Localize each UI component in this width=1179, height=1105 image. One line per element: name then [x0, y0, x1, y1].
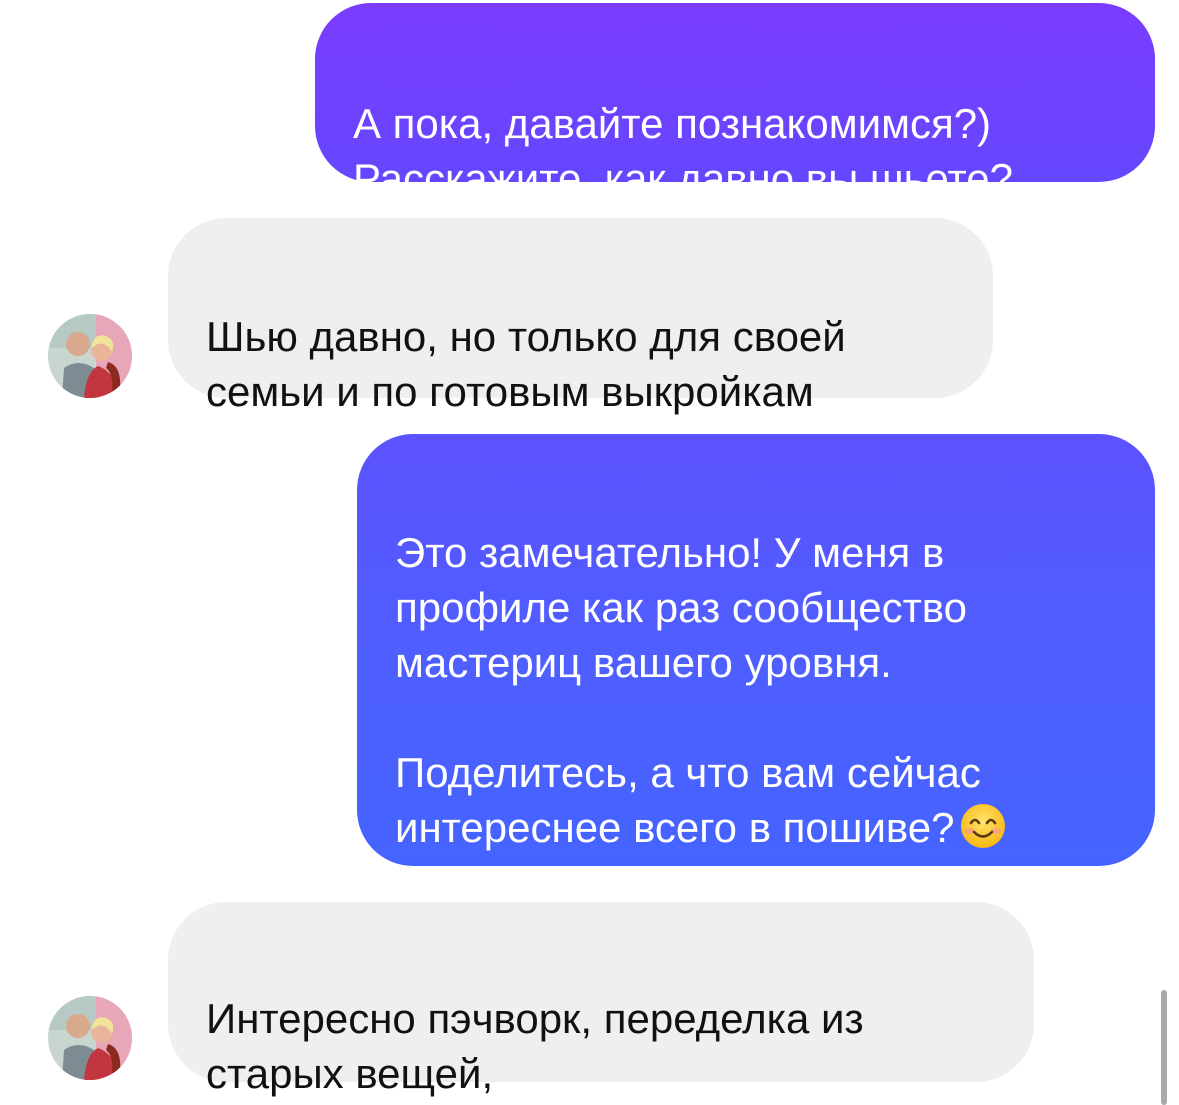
outgoing-message[interactable]: А пока, давайте познакомимся?) Расскажит…: [315, 3, 1155, 202]
message-text: Это замечательно! У меня в профиле как р…: [395, 529, 981, 851]
smiling-face-emoji-icon: [960, 804, 1005, 848]
incoming-message[interactable]: Шью давно, но только для своей семьи и п…: [168, 218, 993, 415]
message-text: Интересно пэчворк, переделка из старых в…: [206, 995, 864, 1097]
avatar[interactable]: [48, 314, 132, 398]
avatar[interactable]: [48, 996, 132, 1080]
scrollbar[interactable]: [1161, 990, 1167, 1105]
message-text: Шью давно, но только для своей семьи и п…: [206, 313, 846, 415]
outgoing-message[interactable]: Это замечательно! У меня в профиле как р…: [357, 434, 1155, 866]
avatar-photo: [48, 996, 132, 1080]
incoming-message[interactable]: Интересно пэчворк, переделка из старых в…: [168, 902, 1034, 1097]
avatar-photo: [48, 314, 132, 398]
message-text: А пока, давайте познакомимся?) Расскажит…: [353, 100, 1013, 202]
